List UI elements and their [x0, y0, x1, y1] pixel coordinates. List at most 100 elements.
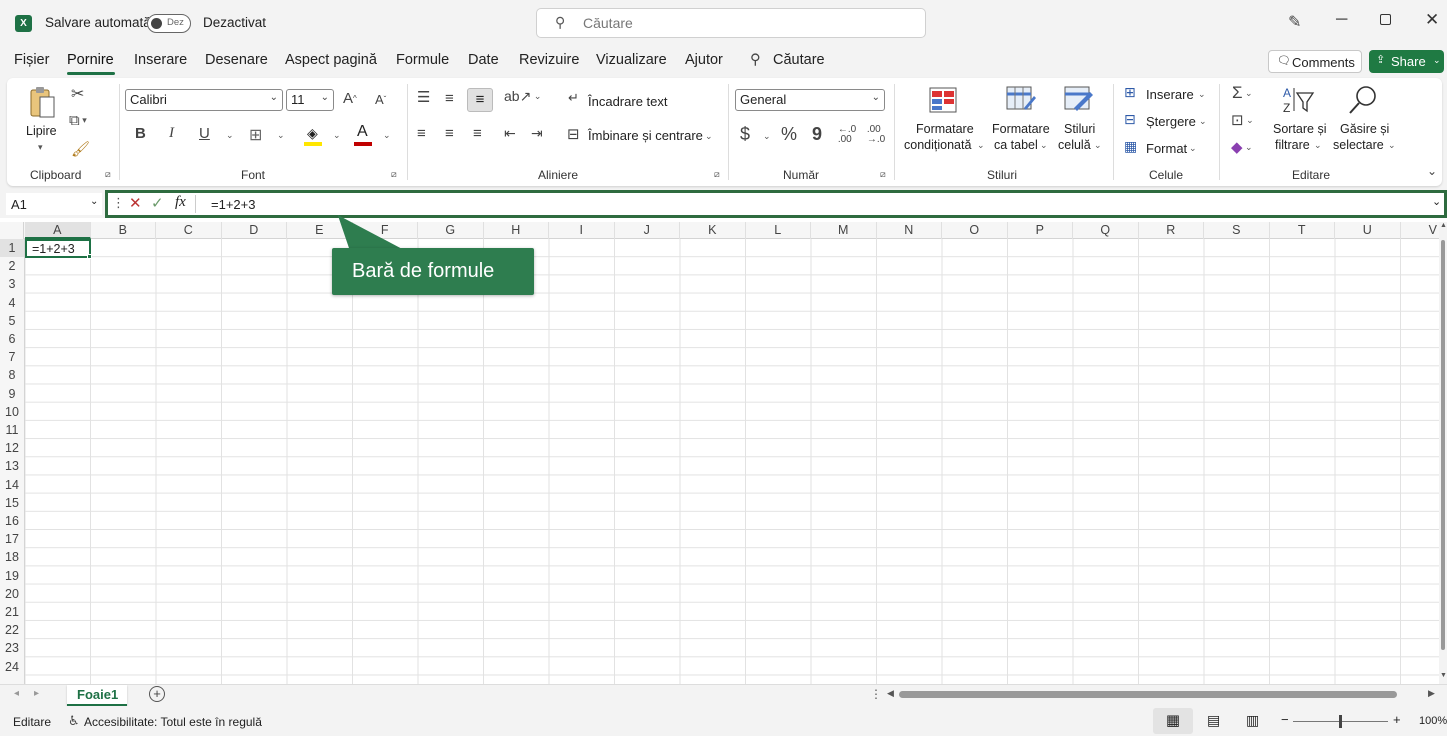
- comments-button[interactable]: 🗨 Comments: [1268, 50, 1362, 73]
- align-middle-icon[interactable]: ≡: [445, 90, 454, 107]
- sort-chevron-icon[interactable]: ⌄: [1314, 140, 1322, 151]
- column-header[interactable]: P: [1008, 222, 1073, 239]
- cancel-icon[interactable]: ✕: [129, 194, 142, 212]
- shrink-font-icon[interactable]: Aˇ: [375, 92, 386, 107]
- row-header[interactable]: 5: [0, 311, 24, 330]
- cell-styles-label1[interactable]: Stiluri: [1064, 122, 1095, 136]
- zoom-slider-thumb[interactable]: [1339, 715, 1342, 728]
- delete-cells-button[interactable]: Ștergere: [1146, 114, 1196, 129]
- format-cells-button[interactable]: Format: [1146, 141, 1187, 156]
- menu-item-formulas[interactable]: Formule: [396, 52, 449, 68]
- insert-function-icon[interactable]: fx: [175, 194, 186, 211]
- sheet-tab-active[interactable]: Foaie1: [67, 685, 127, 706]
- merge-center-button[interactable]: Îmbinare și centrare: [588, 128, 703, 143]
- grow-font-icon[interactable]: A ^: [343, 90, 357, 107]
- autosum-icon[interactable]: Σ ⌄: [1232, 83, 1253, 103]
- menu-search[interactable]: Căutare: [773, 52, 825, 68]
- scroll-left-icon[interactable]: ◀: [887, 688, 894, 699]
- column-header[interactable]: I: [549, 222, 615, 239]
- add-sheet-icon[interactable]: +: [149, 686, 165, 702]
- select-all-corner[interactable]: [0, 222, 24, 239]
- row-header[interactable]: 21: [0, 603, 24, 621]
- cut-icon[interactable]: ✂: [71, 84, 84, 104]
- column-header[interactable]: G: [418, 222, 484, 239]
- expand-formula-icon[interactable]: ⌄: [1432, 195, 1441, 208]
- font-launcher-icon[interactable]: ⧄: [391, 169, 397, 180]
- sort-filter-label2[interactable]: filtrare: [1275, 138, 1310, 152]
- borders-chevron-icon[interactable]: ⌄: [277, 130, 285, 141]
- delete-chevron-icon[interactable]: ⌄: [1199, 116, 1207, 127]
- row-header[interactable]: 1: [0, 239, 24, 257]
- scroll-up-icon[interactable]: ▲: [1440, 222, 1447, 229]
- row-header[interactable]: 24: [0, 657, 24, 676]
- font-size-select[interactable]: 11 ⌄: [286, 89, 334, 111]
- next-sheet-icon[interactable]: ▸: [34, 688, 39, 699]
- menu-item-insert[interactable]: Inserare: [134, 52, 187, 68]
- bold-button[interactable]: B: [135, 125, 146, 142]
- autosave-toggle[interactable]: Dez: [147, 14, 191, 33]
- currency-chevron-icon[interactable]: ⌄: [763, 131, 771, 142]
- zoom-out-icon[interactable]: −: [1281, 712, 1289, 727]
- split-handle-icon[interactable]: ⋮: [870, 687, 882, 701]
- menu-item-data[interactable]: Date: [468, 52, 499, 68]
- fill-handle[interactable]: [87, 254, 92, 259]
- insert-cells-button[interactable]: Inserare: [1146, 87, 1194, 102]
- zoom-in-icon[interactable]: +: [1393, 712, 1401, 727]
- find-chevron-icon[interactable]: ⌄: [1388, 140, 1396, 151]
- share-button[interactable]: ⇪ Share ⌄: [1369, 50, 1444, 73]
- number-launcher-icon[interactable]: ⧄: [880, 169, 886, 180]
- row-header[interactable]: 9: [0, 384, 24, 403]
- row-header[interactable]: 13: [0, 457, 24, 476]
- row-header[interactable]: 4: [0, 293, 24, 312]
- format-chevron-icon[interactable]: ⌄: [1189, 143, 1197, 154]
- sort-filter-icon[interactable]: AZ: [1283, 85, 1315, 115]
- align-bottom-button[interactable]: ≡: [467, 88, 493, 112]
- row-header[interactable]: 6: [0, 330, 24, 348]
- align-center-icon[interactable]: ≡: [445, 125, 454, 142]
- borders-icon[interactable]: ⊞: [249, 125, 262, 145]
- fill-color-icon[interactable]: ◈: [304, 125, 324, 147]
- column-header[interactable]: H: [484, 222, 549, 239]
- row-header[interactable]: 14: [0, 475, 24, 494]
- formula-input[interactable]: =1+2+3: [211, 197, 255, 212]
- column-header[interactable]: O: [942, 222, 1008, 239]
- menu-item-view[interactable]: Vizualizare: [596, 52, 667, 68]
- alignment-launcher-icon[interactable]: ⧄: [714, 169, 720, 180]
- underline-button[interactable]: U: [199, 125, 210, 142]
- menu-item-review[interactable]: Revizuire: [519, 52, 579, 68]
- page-break-view-icon[interactable]: ▥: [1246, 712, 1259, 729]
- name-box[interactable]: A1 ⌄: [6, 193, 102, 215]
- column-header[interactable]: N: [877, 222, 942, 239]
- percent-button[interactable]: %: [781, 124, 797, 145]
- row-header[interactable]: 19: [0, 566, 24, 585]
- accessibility-icon[interactable]: ♿: [68, 713, 80, 729]
- menu-item-file[interactable]: Fișier: [14, 52, 49, 68]
- row-header[interactable]: 11: [0, 421, 24, 439]
- fill-chevron-icon[interactable]: ⌄: [333, 130, 341, 141]
- row-header[interactable]: 16: [0, 512, 24, 530]
- column-header[interactable]: T: [1270, 222, 1335, 239]
- align-left-icon[interactable]: ≡: [417, 125, 426, 142]
- increase-decimal-icon[interactable]: ←.0.00: [835, 125, 859, 145]
- insert-cells-icon[interactable]: ⊞: [1124, 84, 1136, 101]
- row-header[interactable]: 2: [0, 257, 24, 276]
- conditional-formatting-label2[interactable]: condiționată: [904, 138, 971, 152]
- row-header[interactable]: 8: [0, 366, 24, 385]
- pen-icon[interactable]: ✎: [1288, 12, 1301, 32]
- row-header[interactable]: 17: [0, 530, 24, 549]
- vertical-scrollbar[interactable]: ▲ ▼: [1439, 222, 1447, 684]
- normal-view-button[interactable]: ▦: [1153, 708, 1193, 734]
- underline-chevron-icon[interactable]: ⌄: [226, 130, 234, 141]
- row-header[interactable]: 23: [0, 639, 24, 658]
- page-layout-view-icon[interactable]: ▤: [1207, 712, 1220, 729]
- italic-button[interactable]: I: [169, 125, 174, 142]
- column-header[interactable]: U: [1335, 222, 1401, 239]
- conditional-formatting-icon[interactable]: [928, 86, 958, 114]
- enter-icon[interactable]: ✓: [151, 194, 164, 212]
- cell-grid[interactable]: [25, 239, 1443, 687]
- cell-styles-chevron-icon[interactable]: ⌄: [1094, 140, 1102, 151]
- paste-icon[interactable]: [27, 84, 57, 122]
- menu-item-help[interactable]: Ajutor: [685, 52, 723, 68]
- orientation-icon[interactable]: ab↗ ⌄: [504, 88, 541, 105]
- wrap-text-icon[interactable]: ↵: [568, 90, 579, 106]
